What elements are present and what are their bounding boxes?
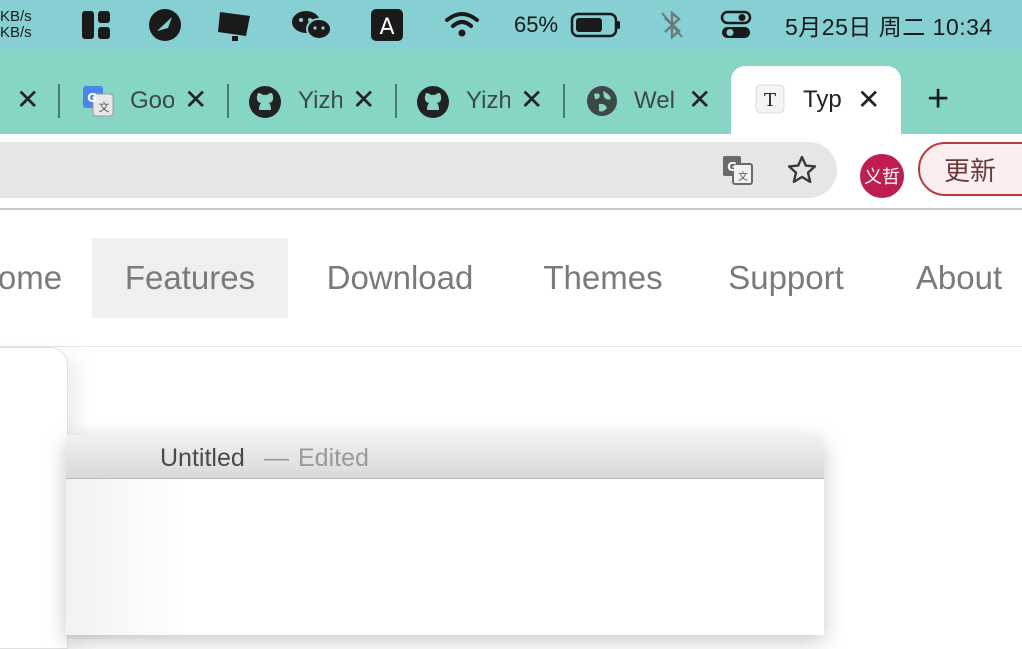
nav-themes[interactable]: Themes — [528, 238, 678, 318]
window-titlebar: Untitled — Edited — [66, 435, 824, 479]
tab-divider — [395, 84, 397, 118]
update-button-label: 更新 — [944, 155, 997, 186]
github-icon — [416, 85, 450, 124]
close-tab-icon[interactable]: ✕ — [352, 82, 375, 118]
svg-text:A: A — [379, 15, 394, 40]
translate-page-icon[interactable]: G文 — [722, 154, 754, 191]
tab[interactable]: Yizh ✕ — [398, 68, 562, 134]
tab-strip: ✕ G文 Goo ✕ Yizh ✕ Yizh ✕ Wel ✕ T Typ ✕ + — [0, 50, 1022, 134]
battery-icon[interactable] — [570, 0, 622, 50]
close-tab-icon[interactable]: ✕ — [16, 82, 39, 118]
app-grid-icon[interactable] — [80, 0, 112, 50]
svg-text:文: 文 — [738, 170, 748, 183]
tab[interactable]: G文 Goo ✕ — [60, 68, 226, 134]
bluetooth-icon[interactable] — [660, 0, 684, 50]
browser-toolbar: G文 义哲 更新 — [0, 134, 1022, 210]
github-icon — [248, 85, 282, 124]
update-button[interactable]: 更新 — [918, 142, 1022, 196]
profile-avatar[interactable]: 义哲 — [860, 154, 904, 198]
battery-percent[interactable]: 65% — [514, 12, 558, 38]
sidebar-shadow — [66, 479, 186, 639]
nav-download[interactable]: Download — [304, 238, 496, 318]
document-title: Untitled — [160, 444, 245, 472]
close-tab-icon[interactable]: ✕ — [688, 82, 711, 118]
tab-title: Yizh — [466, 87, 510, 114]
close-tab-icon[interactable]: ✕ — [857, 82, 880, 118]
input-method-icon[interactable]: A — [370, 0, 404, 50]
typora-icon: T — [755, 84, 785, 119]
display-icon[interactable] — [216, 0, 254, 50]
preview-window: Untitled — Edited — [66, 435, 824, 639]
control-center-icon[interactable] — [720, 0, 752, 50]
tab-title: Goo — [130, 87, 174, 114]
nav-home[interactable]: ome — [0, 238, 78, 318]
menubar-clock[interactable]: 5月25日 周二 10:34 — [785, 8, 993, 42]
upload-speed: KB/s — [0, 8, 32, 25]
site-nav: ome Features Download Themes Support Abo… — [0, 210, 1022, 347]
close-tab-icon[interactable]: ✕ — [184, 82, 207, 118]
svg-text:G: G — [727, 160, 737, 174]
preview-window-back — [0, 347, 68, 649]
tab-title: Typ — [803, 86, 842, 113]
wechat-icon[interactable] — [290, 0, 334, 50]
tab-divider — [563, 84, 565, 118]
title-separator: — — [264, 444, 289, 472]
close-tab-icon[interactable]: ✕ — [520, 82, 543, 118]
tab[interactable]: ✕ — [0, 68, 56, 134]
svg-text:文: 文 — [99, 100, 110, 114]
tab-divider — [227, 84, 229, 118]
bookmark-star-icon[interactable] — [786, 154, 818, 191]
nav-features[interactable]: Features — [92, 238, 288, 318]
nav-support[interactable]: Support — [710, 238, 862, 318]
nav-about[interactable]: About — [896, 238, 1022, 318]
network-speed[interactable]: KB/s KB/s — [0, 0, 44, 50]
svg-text:G: G — [87, 91, 97, 105]
tab[interactable]: Yizh ✕ — [230, 68, 394, 134]
google-translate-icon: G文 — [82, 85, 114, 122]
new-tab-button[interactable]: + — [927, 80, 949, 118]
download-speed: KB/s — [0, 24, 32, 41]
tab[interactable]: Wel ✕ — [566, 68, 726, 134]
document-status: Edited — [298, 444, 369, 472]
feather-app-icon[interactable] — [148, 0, 182, 50]
globe-icon — [586, 85, 618, 122]
wifi-icon[interactable] — [444, 0, 480, 50]
tab-title: Yizh — [298, 87, 342, 114]
menu-bar: KB/s KB/s A 65% 5月25日 周二 10:34 — [0, 0, 1022, 50]
tab-active[interactable]: T Typ ✕ — [731, 66, 901, 134]
address-bar[interactable]: G文 — [0, 142, 837, 198]
tab-title: Wel — [634, 87, 674, 114]
svg-text:T: T — [764, 90, 776, 111]
